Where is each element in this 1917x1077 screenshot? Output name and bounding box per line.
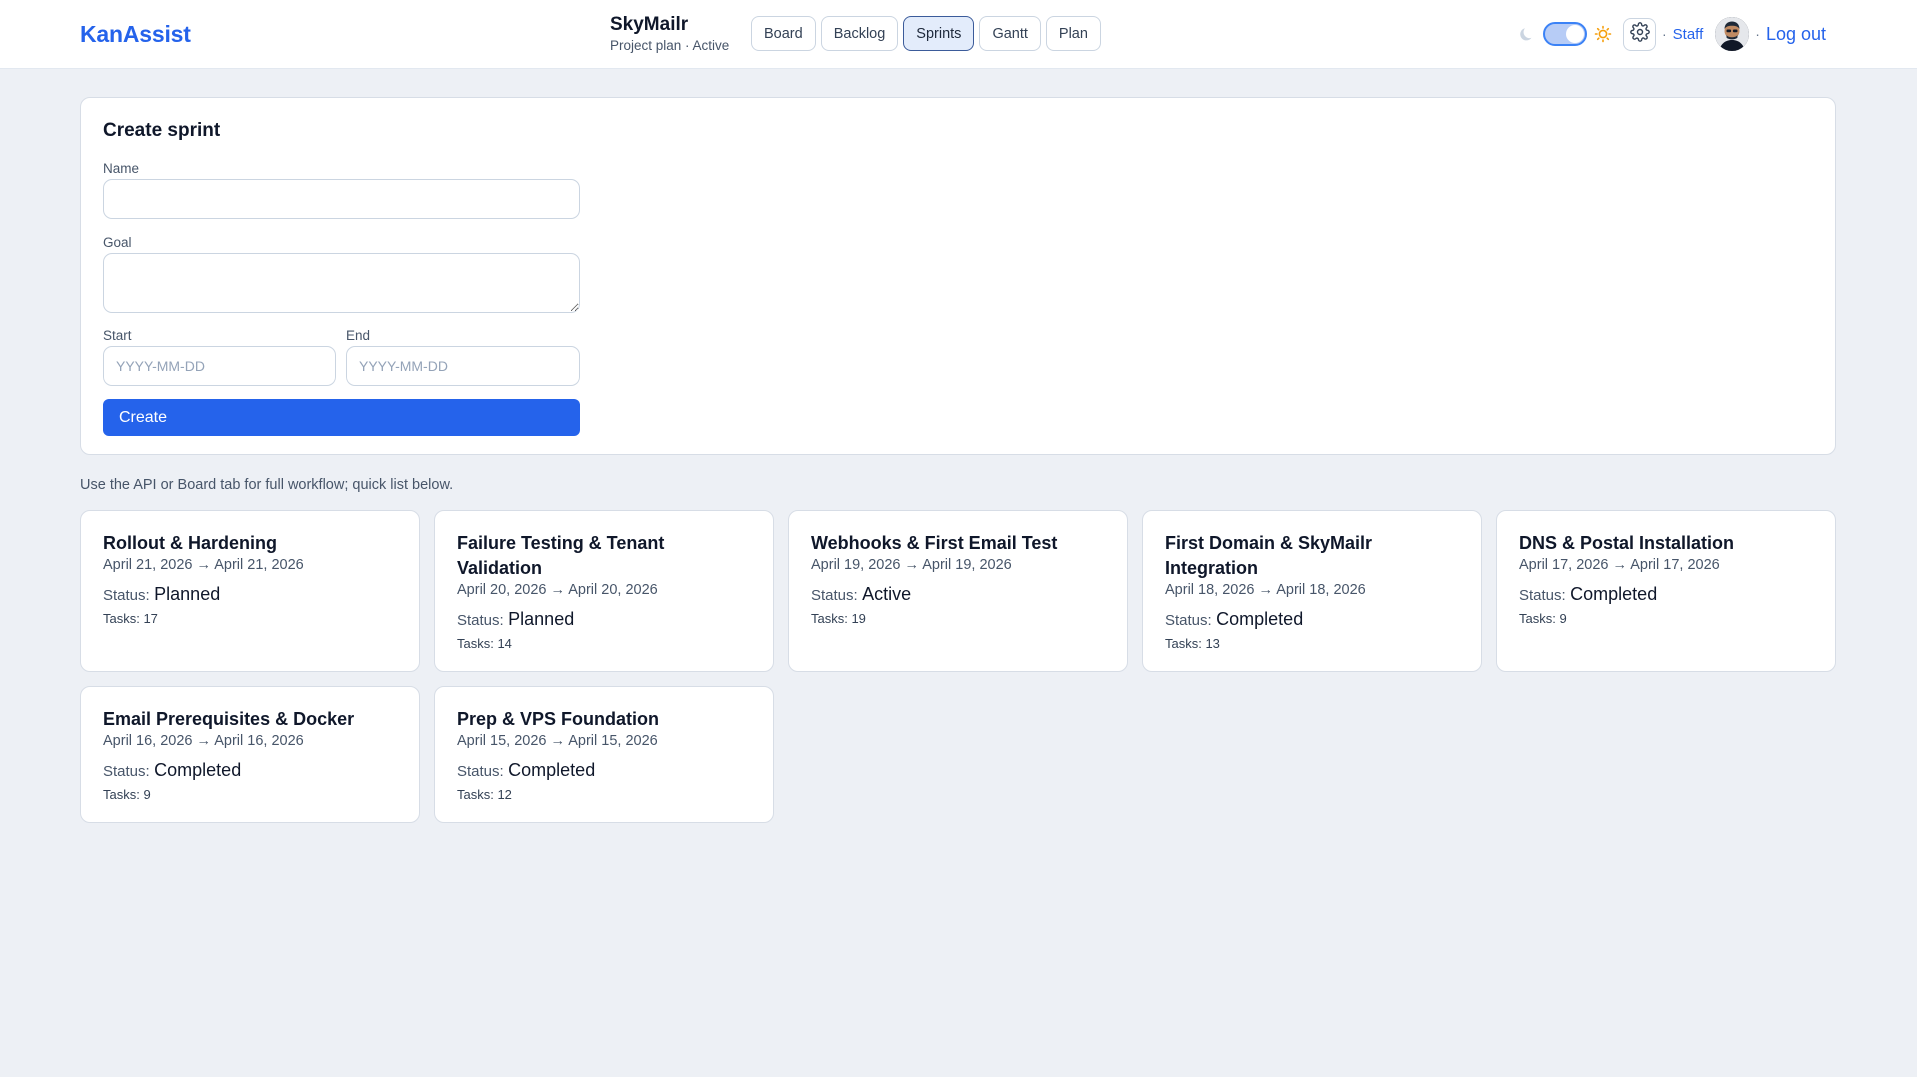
sprint-status: Status: Planned — [457, 608, 751, 632]
sprint-name: Failure Testing & Tenant Validation — [457, 533, 665, 578]
sprint-name: Webhooks & First Email Test — [811, 533, 1058, 553]
tab-backlog[interactable]: Backlog — [820, 16, 899, 51]
sprint-card[interactable]: Email Prerequisites & Docker April 16, 2… — [80, 686, 420, 823]
settings-button[interactable] — [1623, 17, 1656, 51]
sprint-goal-textarea[interactable] — [103, 253, 580, 313]
avatar[interactable] — [1715, 17, 1750, 51]
sun-icon — [1593, 24, 1613, 44]
sprint-dates: April 18, 2026 → April 18, 2026 — [1165, 582, 1366, 598]
sprint-card[interactable]: Prep & VPS Foundation April 15, 2026 → A… — [434, 686, 774, 823]
sprint-dates: April 16, 2026 → April 16, 2026 — [103, 733, 304, 749]
sprint-task-count: Tasks: 9 — [1519, 611, 1567, 626]
sprint-dates: April 17, 2026 → April 17, 2026 — [1519, 557, 1720, 573]
end-date-input[interactable] — [346, 346, 580, 386]
sprint-dates: April 20, 2026 → April 20, 2026 — [457, 582, 658, 598]
moon-icon — [1519, 25, 1537, 43]
sprint-dates: April 19, 2026 → April 19, 2026 — [811, 557, 1012, 573]
quick-list-note: Use the API or Board tab for full workfl… — [80, 477, 454, 493]
status-value: Planned — [508, 609, 575, 629]
name-label: Name — [103, 161, 140, 176]
status-label: Status: — [1165, 612, 1212, 629]
project-info: SkyMailr Project plan · Active — [610, 13, 729, 55]
create-sprint-title: Create sprint — [103, 120, 221, 141]
status-label: Status: — [457, 763, 504, 780]
sprint-status: Status: Completed — [103, 759, 397, 783]
status-value: Completed — [1216, 609, 1304, 629]
sprint-dates: April 15, 2026 → April 15, 2026 — [457, 733, 658, 749]
project-subtitle: Project plan · Active — [610, 38, 730, 53]
staff-link[interactable]: Staff — [1673, 26, 1704, 43]
sprint-task-count: Tasks: 13 — [1165, 636, 1220, 651]
sprint-name: Email Prerequisites & Docker — [103, 709, 355, 729]
sprint-card[interactable]: DNS & Postal Installation April 17, 2026… — [1496, 510, 1836, 672]
sprint-list: Rollout & Hardening April 21, 2026 → Apr… — [80, 510, 1836, 823]
create-sprint-button[interactable]: Create — [103, 399, 580, 436]
status-value: Completed — [154, 760, 242, 780]
status-label: Status: — [1519, 587, 1566, 604]
tab-plan[interactable]: Plan — [1045, 16, 1101, 51]
sprint-task-count: Tasks: 12 — [457, 787, 512, 802]
view-tabs: Board Backlog Sprints Gantt Plan — [751, 16, 1101, 51]
sprint-task-count: Tasks: 9 — [103, 787, 151, 802]
start-date-input[interactable] — [103, 346, 336, 386]
create-sprint-card: Create sprint Name Goal Start End Create — [80, 97, 1836, 455]
theme-toggle-knob — [1566, 25, 1584, 43]
status-value: Active — [862, 584, 912, 604]
sprint-status: Status: Planned — [103, 583, 397, 607]
separator: · — [1755, 26, 1760, 42]
tab-board[interactable]: Board — [751, 16, 816, 51]
start-label: Start — [103, 328, 132, 343]
sprint-card[interactable]: Failure Testing & Tenant Validation Apri… — [434, 510, 774, 672]
logout-link[interactable]: Log out — [1766, 24, 1826, 45]
sprint-card[interactable]: Webhooks & First Email Test April 19, 20… — [788, 510, 1128, 672]
sprint-task-count: Tasks: 19 — [811, 611, 866, 626]
top-header: KanAssist SkyMailr Project plan · Active… — [0, 0, 1917, 69]
brand-logo[interactable]: KanAssist — [80, 21, 191, 48]
status-label: Status: — [103, 763, 150, 780]
end-label: End — [346, 328, 371, 343]
status-label: Status: — [103, 587, 150, 604]
tab-sprints[interactable]: Sprints — [903, 16, 975, 51]
status-value: Completed — [508, 760, 596, 780]
sprint-status: Status: Completed — [1165, 608, 1459, 632]
sprint-name: First Domain & SkyMailr Integration — [1165, 533, 1373, 578]
status-value: Completed — [1570, 584, 1658, 604]
sprint-task-count: Tasks: 17 — [103, 611, 158, 626]
sprint-dates: April 21, 2026 → April 21, 2026 — [103, 557, 304, 573]
tab-gantt[interactable]: Gantt — [979, 16, 1041, 51]
user-bar: · Staff · Log out — [1519, 16, 1826, 52]
status-label: Status: — [457, 612, 504, 629]
sprint-name-input[interactable] — [103, 179, 580, 219]
sprint-card[interactable]: Rollout & Hardening April 21, 2026 → Apr… — [80, 510, 420, 672]
gear-icon — [1629, 21, 1650, 47]
theme-toggle[interactable] — [1543, 22, 1587, 46]
sprint-status: Status: Completed — [1519, 583, 1813, 607]
project-name: SkyMailr — [610, 14, 689, 35]
status-label: Status: — [811, 587, 858, 604]
sprint-name: DNS & Postal Installation — [1519, 533, 1735, 553]
sprint-status: Status: Completed — [457, 759, 751, 783]
status-value: Planned — [154, 584, 221, 604]
sprint-status: Status: Active — [811, 583, 1105, 607]
sprint-name: Prep & VPS Foundation — [457, 709, 660, 729]
sprint-task-count: Tasks: 14 — [457, 636, 512, 651]
sprint-name: Rollout & Hardening — [103, 533, 277, 553]
goal-label: Goal — [103, 235, 132, 250]
sprint-card[interactable]: First Domain & SkyMailr Integration Apri… — [1142, 510, 1482, 672]
separator: · — [1662, 26, 1667, 42]
